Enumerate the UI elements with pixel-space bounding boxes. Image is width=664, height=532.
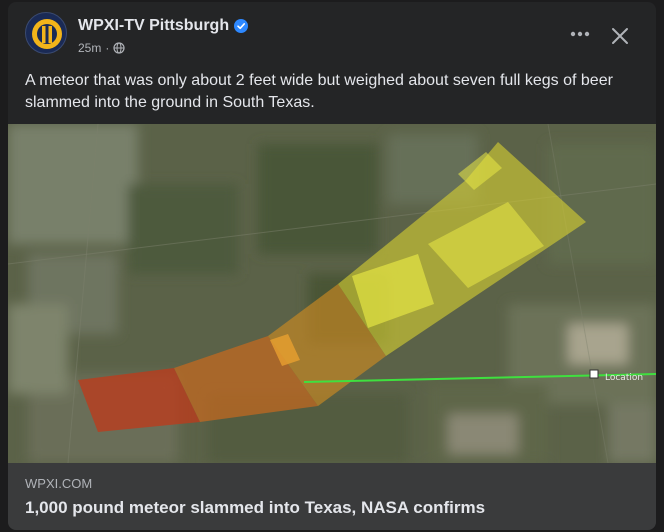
page-name-text[interactable]: WPXI-TV Pittsburgh [78,17,229,35]
wpxi-logo-icon [32,19,62,49]
map-location-label: Location [605,373,644,383]
link-preview[interactable]: WPXI.COM 1,000 pound meteor slammed into… [8,463,656,530]
close-icon [612,28,628,44]
post-image[interactable]: Location [8,124,656,463]
link-domain: WPXI.COM [25,476,93,491]
post-card: WPXI-TV Pittsburgh 25m · A meteor that w… [8,2,656,530]
close-button[interactable] [604,20,636,52]
ellipsis-icon [570,31,590,37]
location-marker-icon [589,369,599,379]
satellite-map-image [8,124,656,463]
verified-badge-icon [234,19,249,33]
page-name[interactable]: WPXI-TV Pittsburgh [78,17,249,35]
avatar[interactable] [25,12,67,54]
link-title[interactable]: 1,000 pound meteor slammed into Texas, N… [25,498,485,518]
more-options-button[interactable] [564,20,596,48]
meta-separator: · [105,41,110,55]
post-header: WPXI-TV Pittsburgh 25m · [8,2,656,64]
timestamp[interactable]: 25m [78,41,101,55]
post-meta: 25m · [78,41,125,55]
globe-icon[interactable] [113,42,125,54]
post-text: A meteor that was only about 2 feet wide… [25,72,613,111]
